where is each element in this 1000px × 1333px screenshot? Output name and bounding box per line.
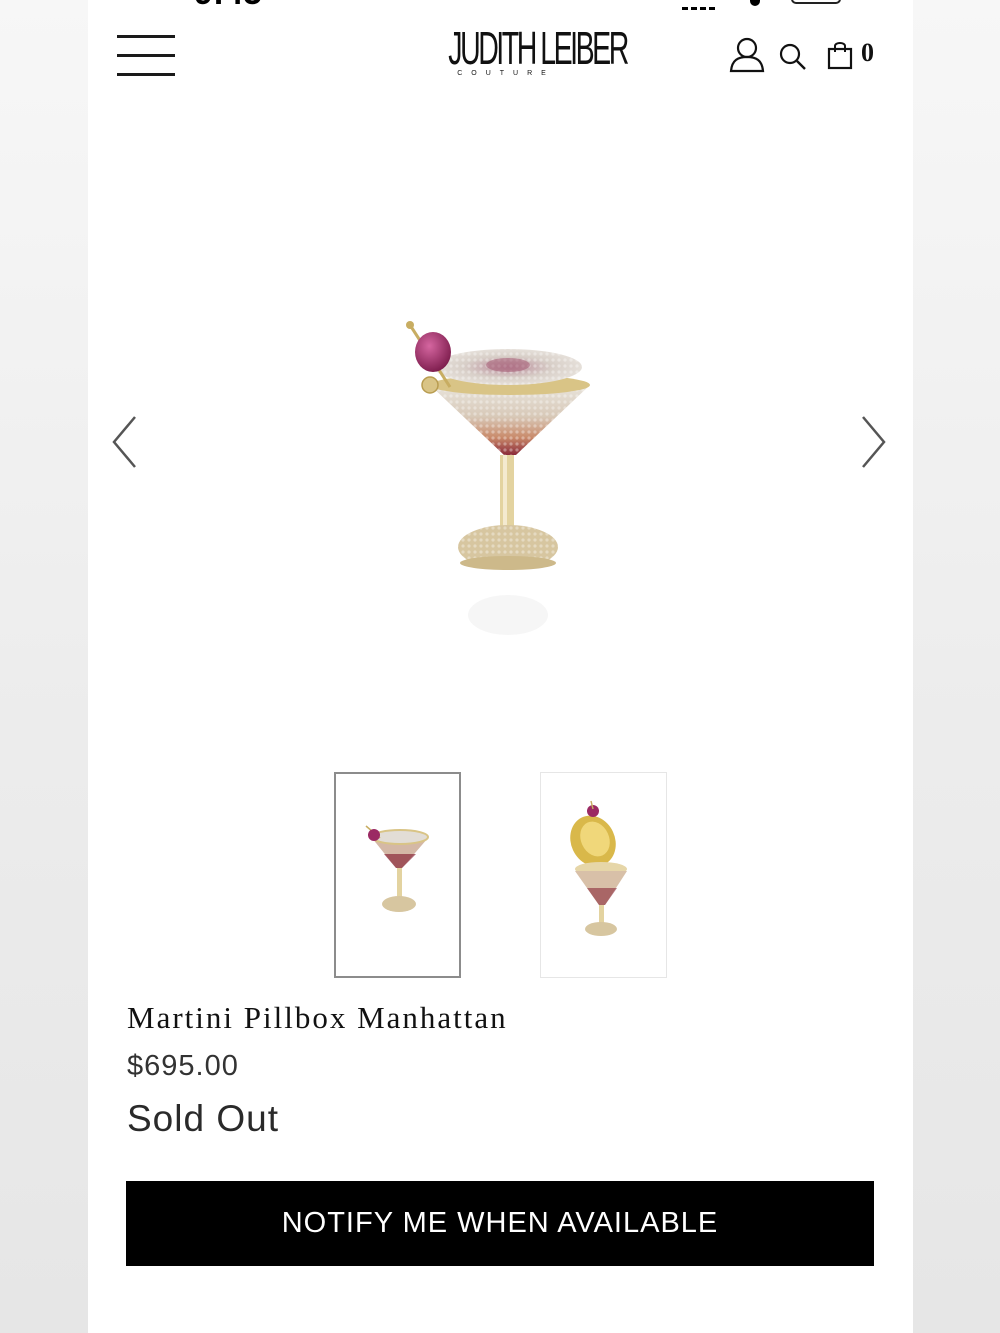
signal-icon bbox=[682, 0, 718, 10]
thumbnail-closed[interactable] bbox=[334, 772, 461, 978]
user-icon[interactable] bbox=[728, 36, 766, 79]
status-bar: 9:45 bbox=[88, 0, 913, 10]
chevron-right-icon[interactable] bbox=[858, 415, 888, 474]
product-gallery bbox=[88, 240, 913, 660]
product-main-image bbox=[388, 315, 628, 660]
wifi-icon bbox=[750, 0, 760, 6]
notify-me-button[interactable]: NOTIFY ME WHEN AVAILABLE bbox=[126, 1181, 874, 1266]
product-name: Martini Pillbox Manhattan bbox=[127, 1000, 508, 1035]
thumbnail-open[interactable] bbox=[540, 772, 667, 978]
backdrop-left bbox=[0, 0, 88, 1333]
backdrop-right bbox=[913, 0, 1000, 1333]
product-page: 9:45 JUDITH LEIBER COUTURE bbox=[88, 0, 913, 1333]
search-icon[interactable] bbox=[778, 42, 808, 77]
chevron-left-icon[interactable] bbox=[110, 415, 140, 474]
shopping-bag-icon[interactable] bbox=[826, 40, 854, 75]
status-time: 9:45 bbox=[194, 0, 262, 10]
battery-icon bbox=[791, 0, 841, 4]
cart-count[interactable]: 0 bbox=[861, 38, 874, 68]
availability-status: Sold Out bbox=[127, 1098, 279, 1139]
product-price: $695.00 bbox=[127, 1050, 239, 1082]
hamburger-menu-icon[interactable] bbox=[117, 35, 175, 79]
brand-logo[interactable]: JUDITH LEIBER COUTURE bbox=[416, 22, 629, 77]
logo-text: JUDITH LEIBER bbox=[448, 22, 629, 74]
